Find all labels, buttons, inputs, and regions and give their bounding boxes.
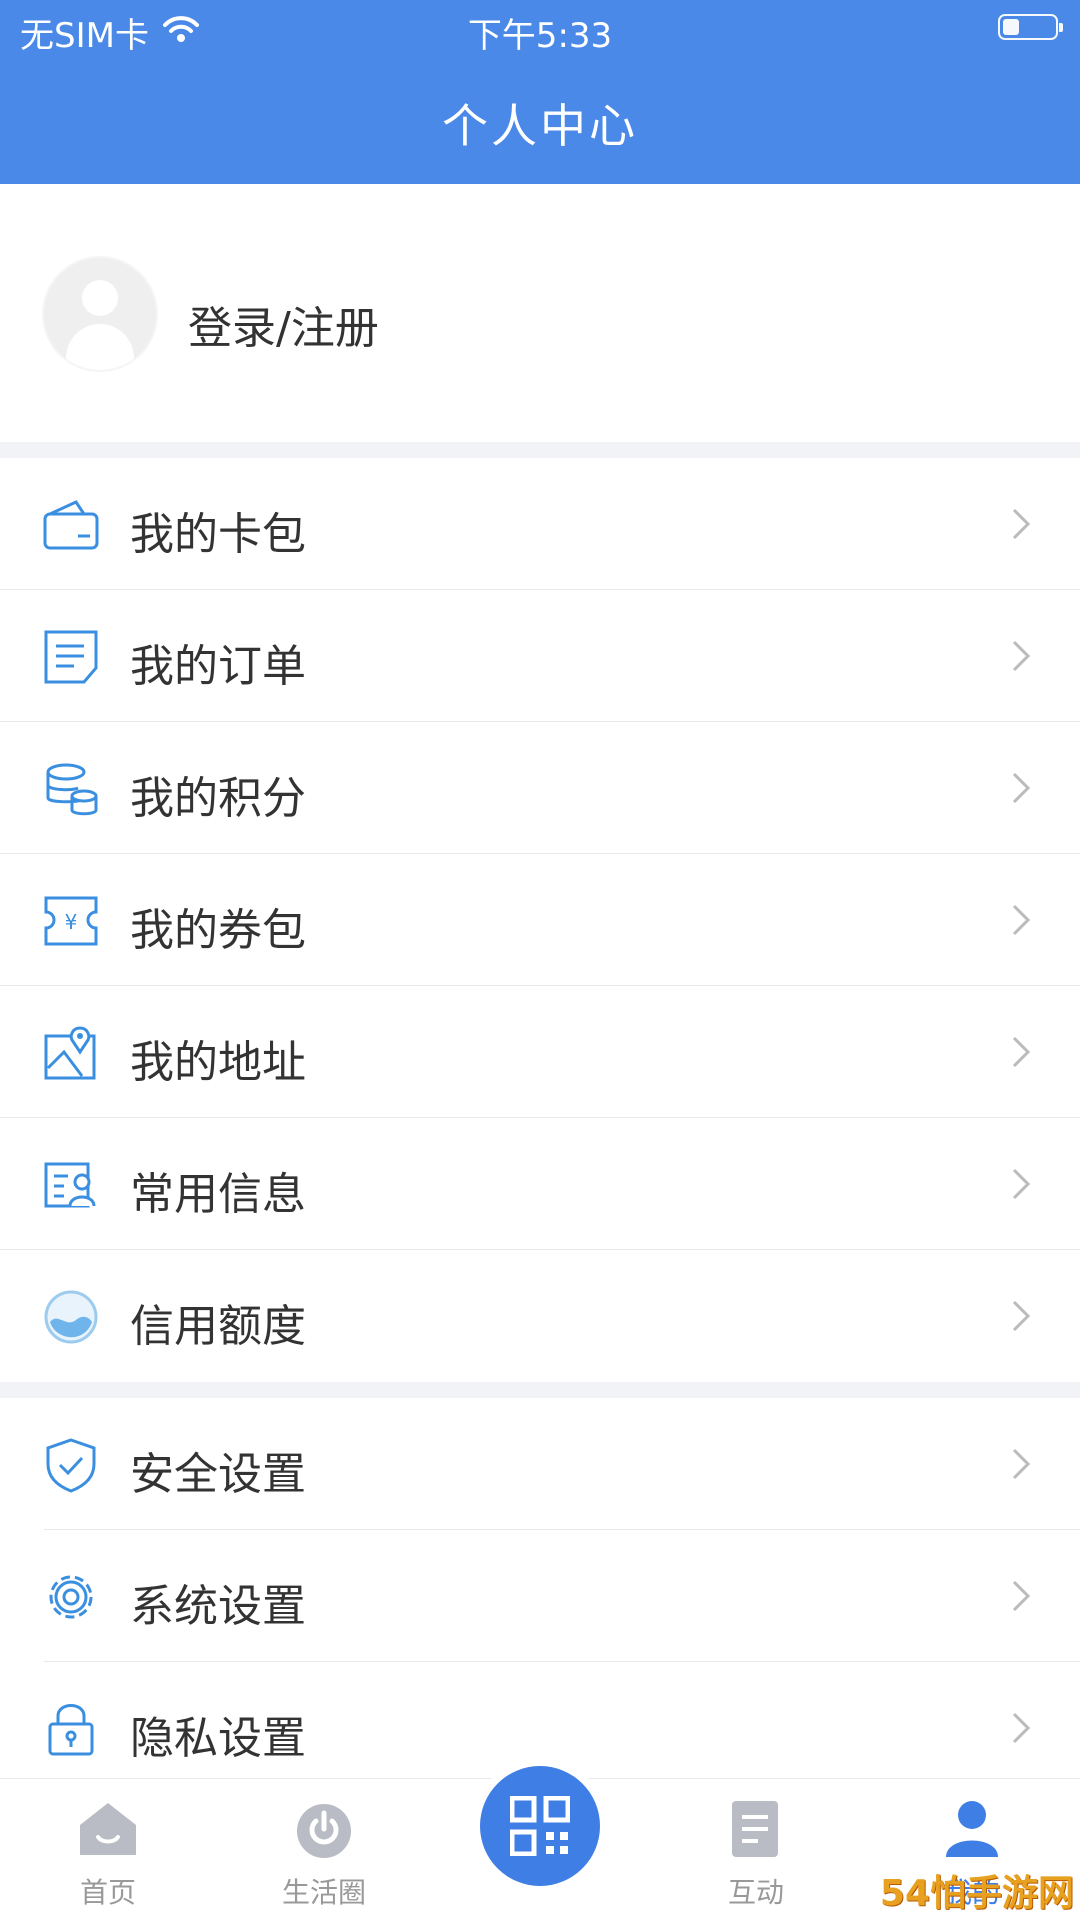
profile-login-row[interactable]: 登录/注册 [0, 184, 1080, 444]
login-register-link[interactable]: 登录/注册 [188, 292, 379, 356]
watermark-logo: 54怕手游网 [879, 1873, 1074, 1914]
status-bar: 无SIM卡 下午5:33 [0, 0, 1080, 62]
chevron-right-icon [1000, 1164, 1040, 1204]
menu-item-coupons[interactable]: ¥ 我的券包 [0, 854, 1080, 986]
chevron-right-icon [1000, 1708, 1040, 1748]
chevron-right-icon [1000, 636, 1040, 676]
chevron-right-icon [1000, 1444, 1040, 1484]
header-bar: 无SIM卡 下午5:33 个人中心 [0, 0, 1080, 184]
menu-item-security-settings[interactable]: 安全设置 [0, 1398, 1080, 1530]
menu-item-label: 常用信息 [130, 1169, 306, 1220]
menu-item-label: 我的地址 [130, 1037, 306, 1088]
page-title: 个人中心 [442, 99, 638, 153]
chevron-right-icon [1000, 1032, 1040, 1072]
svg-text:¥: ¥ [65, 910, 78, 934]
chevron-right-icon [1000, 900, 1040, 940]
tab-life-circle[interactable]: 生活圈 [244, 1779, 404, 1921]
tab-label: 互动 [727, 1876, 784, 1909]
contact-info-icon [42, 1156, 100, 1214]
status-time: 下午5:33 [467, 16, 613, 56]
menu-item-points[interactable]: 我的积分 [0, 722, 1080, 854]
menu-item-credit[interactable]: 信用额度 [0, 1250, 1080, 1382]
order-icon [42, 628, 100, 686]
chevron-right-icon [1000, 768, 1040, 808]
tab-scan-qr[interactable] [480, 1766, 600, 1886]
avatar[interactable] [44, 258, 156, 370]
menu-item-label: 我的卡包 [130, 509, 306, 560]
menu-item-label: 隐私设置 [130, 1713, 306, 1764]
shield-icon [42, 1436, 100, 1494]
points-icon [42, 760, 100, 818]
section-separator [0, 1382, 1080, 1398]
lock-icon [42, 1700, 100, 1758]
menu-item-label: 系统设置 [130, 1581, 306, 1632]
chevron-right-icon [1000, 1296, 1040, 1336]
tab-interaction[interactable]: 互动 [676, 1779, 836, 1921]
tab-label: 首页 [79, 1876, 136, 1909]
battery-icon [998, 14, 1063, 40]
tab-label: 生活圈 [281, 1876, 366, 1909]
menu-item-orders[interactable]: 我的订单 [0, 590, 1080, 722]
menu-item-system-settings[interactable]: 系统设置 [0, 1530, 1080, 1662]
coupon-icon: ¥ [42, 892, 100, 950]
chevron-right-icon [1000, 1576, 1040, 1616]
home-icon [78, 1799, 138, 1859]
interaction-icon [726, 1799, 786, 1859]
gear-icon [42, 1568, 100, 1626]
menu-item-label: 安全设置 [130, 1449, 306, 1500]
section-separator [0, 442, 1080, 458]
menu-item-label: 信用额度 [130, 1301, 306, 1352]
life-circle-icon [294, 1799, 354, 1859]
menu-item-common-info[interactable]: 常用信息 [0, 1118, 1080, 1250]
chevron-right-icon [1000, 504, 1040, 544]
wallet-icon [42, 496, 100, 554]
menu-item-label: 我的积分 [130, 773, 306, 824]
qr-code-icon [509, 1795, 571, 1860]
menu-item-card-wallet[interactable]: 我的卡包 [0, 458, 1080, 590]
credit-icon [42, 1288, 100, 1346]
menu-item-label: 我的订单 [130, 641, 306, 692]
tab-home[interactable]: 首页 [28, 1779, 188, 1921]
address-icon [42, 1024, 100, 1082]
user-icon [942, 1799, 1002, 1859]
menu-item-label: 我的券包 [130, 905, 306, 956]
menu-item-address[interactable]: 我的地址 [0, 986, 1080, 1118]
